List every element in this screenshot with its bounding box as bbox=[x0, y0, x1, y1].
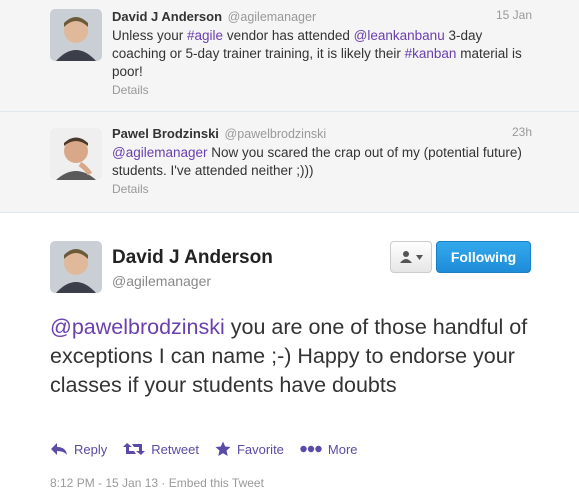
author-name[interactable]: David J Anderson bbox=[112, 9, 222, 24]
tweet-actions: Reply Retweet Favorite More bbox=[50, 441, 374, 457]
text-segment: vendor has attended bbox=[223, 28, 354, 43]
avatar[interactable] bbox=[50, 241, 102, 293]
user-actions-button[interactable] bbox=[390, 241, 432, 273]
tweet-item[interactable]: David J Anderson @agilemanager 15 Jan Un… bbox=[0, 0, 579, 112]
mention-link[interactable]: @leankanbanu bbox=[354, 28, 445, 43]
tweet-time[interactable]: 23h bbox=[512, 125, 532, 139]
retweet-icon bbox=[123, 443, 146, 455]
avatar[interactable] bbox=[50, 128, 102, 180]
tweet-item[interactable]: Pawel Brodzinski @pawelbrodzinski 23h @a… bbox=[0, 112, 579, 213]
favorite-button[interactable]: Favorite bbox=[215, 441, 284, 457]
more-label: More bbox=[327, 441, 358, 457]
embed-tweet-link[interactable]: Embed this Tweet bbox=[169, 476, 264, 490]
retweet-label: Retweet bbox=[151, 441, 199, 457]
details-link[interactable]: Details bbox=[112, 83, 532, 97]
tweet-text: Unless your #agile vendor has attended @… bbox=[112, 27, 532, 81]
mention-link[interactable]: @pawelbrodzinski bbox=[50, 315, 225, 339]
tweet-header: David J Anderson @agilemanager bbox=[112, 8, 532, 26]
author-block: David J Anderson @agilemanager bbox=[112, 247, 273, 289]
tweet-footer: 8:12 PM - 15 Jan 13 · Embed this Tweet bbox=[50, 476, 264, 490]
more-icon bbox=[300, 445, 322, 453]
separator: · bbox=[161, 476, 169, 490]
details-link[interactable]: Details bbox=[112, 182, 532, 196]
tweet-text: @pawelbrodzinski you are one of those ha… bbox=[50, 313, 530, 400]
retweet-button[interactable]: Retweet bbox=[123, 442, 199, 457]
author-handle[interactable]: @agilemanager bbox=[228, 10, 316, 24]
avatar[interactable] bbox=[50, 9, 102, 61]
reply-icon bbox=[51, 443, 67, 455]
reply-label: Reply bbox=[74, 441, 108, 457]
hashtag-link[interactable]: #kanban bbox=[405, 46, 457, 61]
hashtag-link[interactable]: #agile bbox=[187, 28, 223, 43]
author-name[interactable]: David J Anderson bbox=[112, 247, 273, 269]
text-segment: Unless your bbox=[112, 28, 188, 43]
favorite-label: Favorite bbox=[236, 441, 284, 457]
caret-down-icon bbox=[416, 254, 423, 260]
author-handle[interactable]: @agilemanager bbox=[112, 273, 273, 289]
tweet-timestamp[interactable]: 8:12 PM - 15 Jan 13 bbox=[50, 476, 158, 490]
star-icon bbox=[215, 441, 231, 456]
tweet-content: Pawel Brodzinski @pawelbrodzinski 23h @a… bbox=[112, 125, 532, 196]
reply-button[interactable]: Reply bbox=[50, 442, 107, 457]
mention-link[interactable]: @agilemanager bbox=[112, 145, 208, 160]
following-button[interactable]: Following bbox=[436, 241, 531, 273]
author-name[interactable]: Pawel Brodzinski bbox=[112, 126, 219, 141]
expanded-tweet: David J Anderson @agilemanager Following… bbox=[0, 213, 579, 500]
author-handle[interactable]: @pawelbrodzinski bbox=[225, 127, 327, 141]
more-button[interactable]: More bbox=[300, 442, 358, 457]
tweet-header: Pawel Brodzinski @pawelbrodzinski bbox=[112, 125, 532, 143]
tweet-content: David J Anderson @agilemanager 15 Jan Un… bbox=[112, 8, 532, 97]
tweet-text: @agilemanager Now you scared the crap ou… bbox=[112, 144, 532, 180]
tweet-time[interactable]: 15 Jan bbox=[496, 8, 532, 22]
person-icon bbox=[400, 251, 412, 263]
